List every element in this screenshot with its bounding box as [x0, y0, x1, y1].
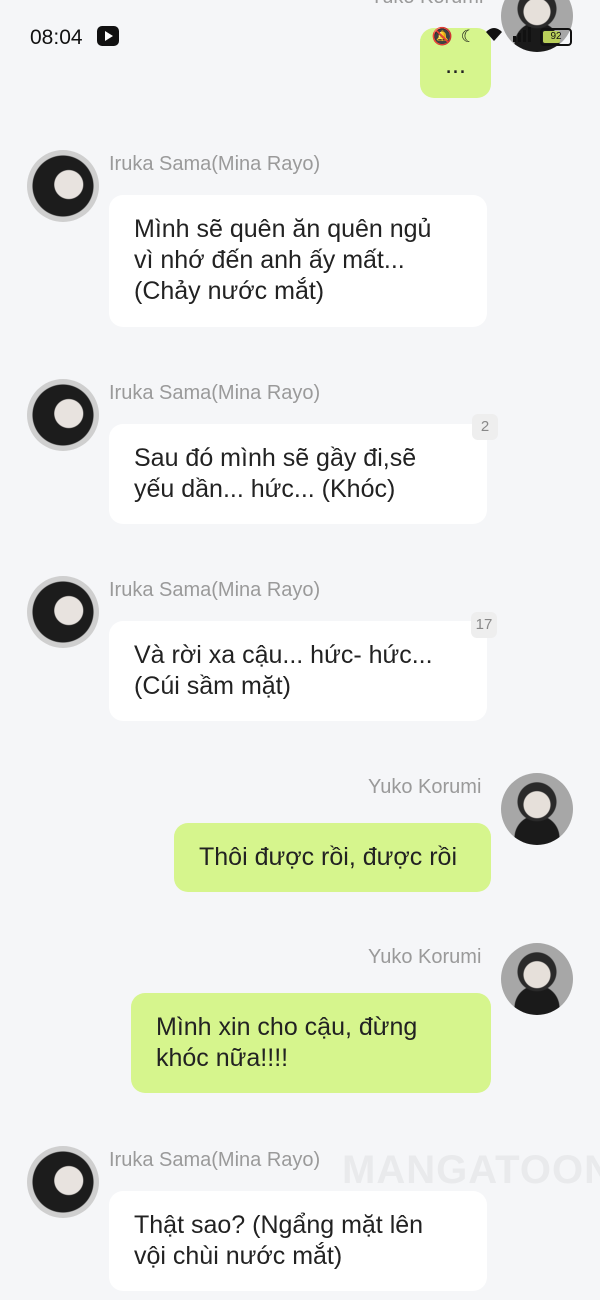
- sender-name: Iruka Sama(Mina Rayo): [109, 382, 321, 404]
- status-bar: 08:04 🔕 ☾ 92: [0, 0, 600, 75]
- video-play-icon: [97, 26, 119, 46]
- message-bubble[interactable]: Sau đó mình sẽ gầy đi,sẽ yếu dần... hức.…: [109, 424, 487, 524]
- avatar-yuko-korumi[interactable]: [501, 943, 573, 1015]
- avatar-iruka-sama[interactable]: [27, 150, 99, 222]
- sender-name: Yuko Korumi: [368, 776, 482, 798]
- message-line: vội chùi nước mắt): [134, 1242, 343, 1270]
- signal-icon: [512, 26, 532, 47]
- message-line: (Chảy nước mắt): [134, 277, 325, 305]
- message-line: Mình sẽ quên ăn quên ngủ: [134, 215, 432, 243]
- message-bubble[interactable]: Và rời xa cậu... hức- hức... (Cúi sầm mặ…: [109, 621, 487, 721]
- message-line: khóc nữa!!!!: [156, 1044, 289, 1072]
- battery-level: 92: [550, 30, 562, 42]
- message-bubble[interactable]: Thật sao? (Ngẩng mặt lên vội chùi nước m…: [109, 1191, 487, 1291]
- message-bubble[interactable]: Mình sẽ quên ăn quên ngủ vì nhớ đến anh …: [109, 195, 487, 327]
- message-line: Và rời xa cậu... hức- hức...: [134, 641, 433, 669]
- battery-icon: 92: [540, 27, 572, 46]
- watermark-logo: MANGATOON: [342, 1148, 600, 1192]
- avatar-iruka-sama[interactable]: [27, 1146, 99, 1218]
- status-time: 08:04: [30, 26, 83, 49]
- mute-bell-icon: 🔕: [431, 26, 453, 46]
- comment-count-badge[interactable]: 17: [471, 612, 497, 638]
- message-line: Sau đó mình sẽ gầy đi,sẽ: [134, 444, 417, 472]
- moon-icon: ☾: [460, 26, 476, 46]
- message-bubble[interactable]: Mình xin cho cậu, đừng khóc nữa!!!!: [131, 993, 491, 1093]
- message-line: Thật sao? (Ngẩng mặt lên: [134, 1211, 424, 1239]
- comment-count-badge[interactable]: 2: [472, 414, 498, 440]
- message-line: yếu dần... hức... (Khóc): [134, 475, 396, 503]
- avatar-iruka-sama[interactable]: [27, 576, 99, 648]
- sender-name: Iruka Sama(Mina Rayo): [109, 153, 321, 175]
- avatar-yuko-korumi[interactable]: [501, 773, 573, 845]
- message-line: (Cúi sầm mặt): [134, 672, 291, 700]
- status-icons: 🔕 ☾ 92: [432, 26, 572, 47]
- sender-name: Yuko Korumi: [368, 946, 482, 968]
- message-line: Mình xin cho cậu, đừng: [156, 1013, 418, 1041]
- message-line: vì nhớ đến anh ấy mất...: [134, 246, 405, 274]
- message-line: Thôi được rồi, được rồi: [199, 843, 457, 871]
- sender-name: Iruka Sama(Mina Rayo): [109, 579, 321, 601]
- message-bubble[interactable]: Thôi được rồi, được rồi: [174, 823, 491, 892]
- avatar-iruka-sama[interactable]: [27, 379, 99, 451]
- sender-name: Iruka Sama(Mina Rayo): [109, 1149, 321, 1171]
- wifi-icon: [484, 26, 504, 47]
